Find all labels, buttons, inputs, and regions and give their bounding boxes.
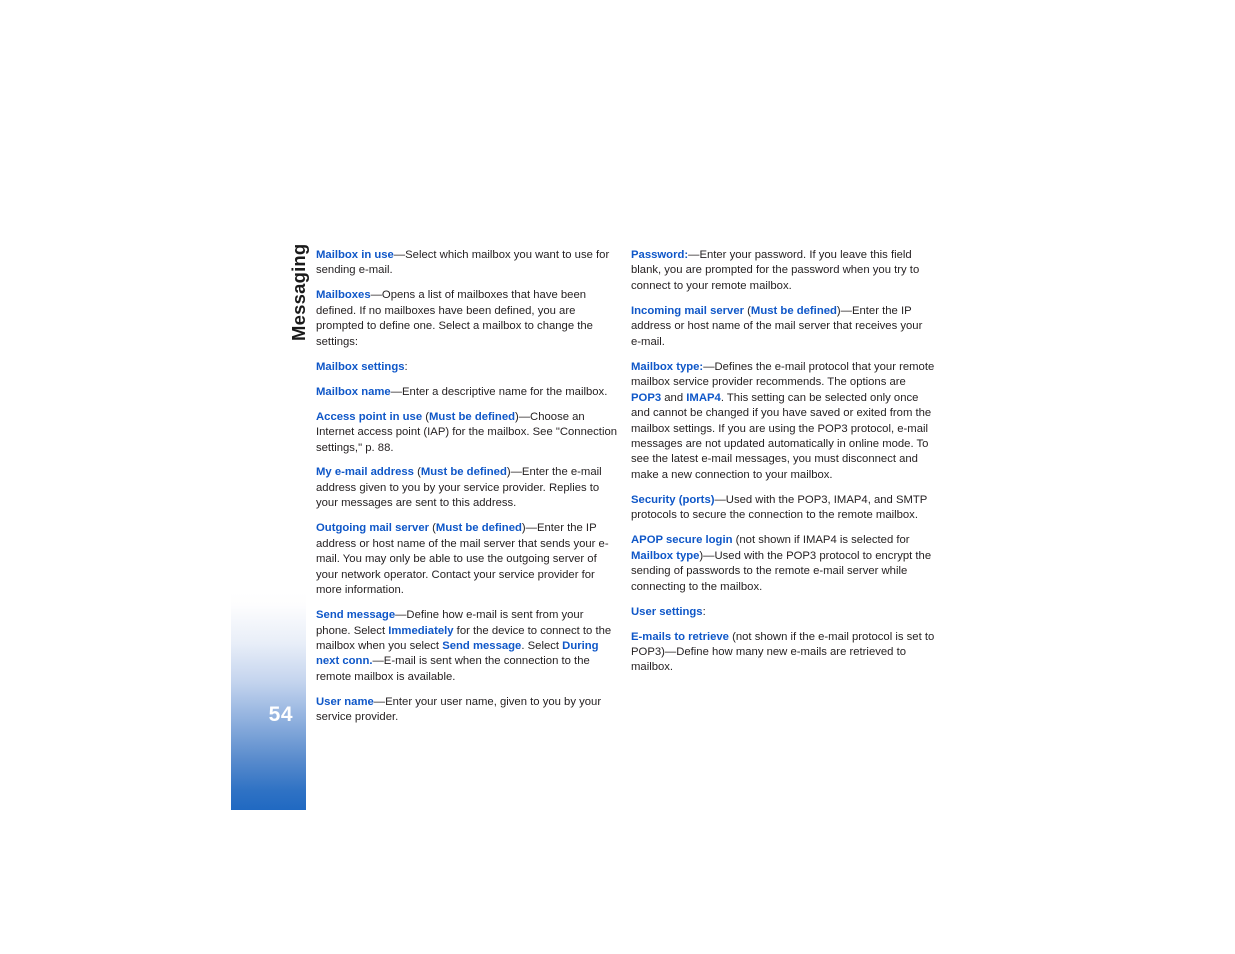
body-text: —Enter a descriptive name for the mailbo… xyxy=(390,385,608,398)
manual-page: Messaging 54 Mailbox in use—Select which… xyxy=(0,0,1235,954)
paragraph-security-ports: Security (ports)—Used with the POP3, IMA… xyxy=(631,493,935,524)
setting-keyword: Must be defined xyxy=(420,466,507,479)
setting-keyword: Incoming mail server xyxy=(631,304,745,317)
setting-keyword: Must be defined xyxy=(750,304,837,317)
paragraph-password: Password:—Enter your password. If you le… xyxy=(631,248,935,294)
paragraph-user-name: User name—Enter your user name, given to… xyxy=(316,695,620,726)
body-text: . Select xyxy=(521,640,563,653)
setting-keyword: Mailbox type: xyxy=(631,360,704,373)
paragraph-send-message: Send message—Define how e-mail is sent f… xyxy=(316,608,620,685)
body-text: ( xyxy=(413,466,421,479)
setting-keyword: APOP secure login xyxy=(631,534,733,547)
paragraph-mailbox-settings: Mailbox settings: xyxy=(316,360,620,375)
paragraph-access-point-in-use: Access point in use (Must be defined)—Ch… xyxy=(316,410,620,456)
setting-keyword: User settings xyxy=(631,605,703,618)
setting-keyword: Access point in use xyxy=(316,410,423,423)
paragraph-user-settings: User settings: xyxy=(631,605,935,620)
setting-keyword: Must be defined xyxy=(429,410,515,423)
body-text: ( xyxy=(744,304,751,317)
setting-keyword: Mailbox type xyxy=(631,549,700,562)
text-column-right: Password:—Enter your password. If you le… xyxy=(631,248,935,676)
setting-keyword: Send message xyxy=(316,609,396,622)
paragraph-emails-to-retrieve: E-mails to retrieve (not shown if the e-… xyxy=(631,630,935,676)
body-text: : xyxy=(702,605,706,618)
setting-keyword: User name xyxy=(316,695,374,708)
body-text: . This setting can be selected only once… xyxy=(631,391,932,481)
body-text: ( xyxy=(429,522,436,535)
setting-keyword: E-mails to retrieve xyxy=(631,630,729,643)
paragraph-incoming-mail-server: Incoming mail server (Must be defined)—E… xyxy=(631,304,935,350)
text-column-left: Mailbox in use—Select which mailbox you … xyxy=(316,248,620,726)
setting-keyword: Mailbox settings xyxy=(316,360,405,373)
paragraph-outgoing-mail-server: Outgoing mail server (Must be defined)—E… xyxy=(316,521,620,598)
paragraph-mailbox-in-use: Mailbox in use—Select which mailbox you … xyxy=(316,248,620,279)
setting-keyword: Mailbox name xyxy=(316,385,391,398)
setting-keyword: Password: xyxy=(631,249,689,261)
page-number: 54 xyxy=(268,703,293,726)
paragraph-mailbox-type: Mailbox type:—Defines the e-mail protoco… xyxy=(631,360,935,484)
setting-keyword: Outgoing mail server xyxy=(316,522,429,535)
setting-keyword: My e-mail address xyxy=(316,466,414,479)
setting-keyword: Security (ports) xyxy=(631,493,715,506)
body-text: : xyxy=(404,360,408,373)
body-text: ( xyxy=(422,410,430,423)
setting-keyword: IMAP4 xyxy=(686,391,721,404)
body-text: (not shown if IMAP4 is selected for xyxy=(732,534,910,547)
setting-keyword: Immediately xyxy=(388,624,454,637)
body-text: and xyxy=(661,391,687,404)
paragraph-my-email-address: My e-mail address (Must be defined)—Ente… xyxy=(316,465,620,511)
paragraph-apop-secure-login: APOP secure login (not shown if IMAP4 is… xyxy=(631,533,935,595)
setting-keyword: POP3 xyxy=(631,391,662,404)
setting-keyword: Must be defined xyxy=(435,522,522,535)
setting-keyword: Mailbox in use xyxy=(316,249,394,261)
setting-keyword: Mailboxes xyxy=(316,289,371,302)
paragraph-mailbox-name: Mailbox name—Enter a descriptive name fo… xyxy=(316,385,620,400)
paragraph-mailboxes: Mailboxes—Opens a list of mailboxes that… xyxy=(316,288,620,350)
setting-keyword: Send message xyxy=(442,640,522,653)
